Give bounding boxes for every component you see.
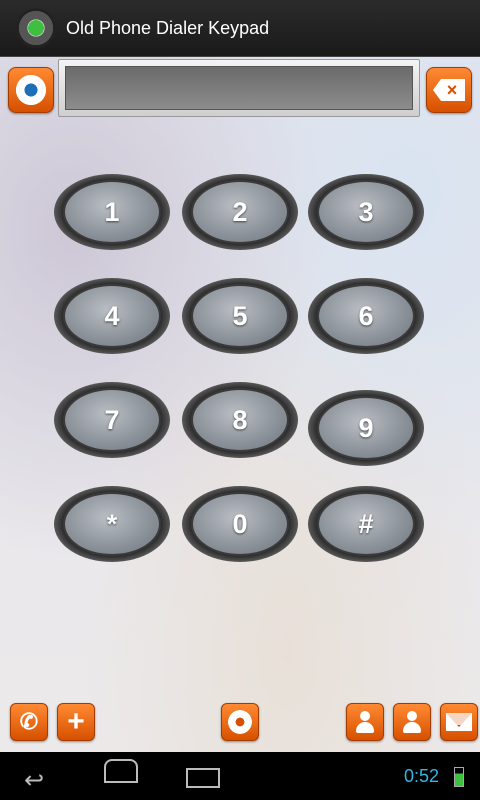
- key-9[interactable]: 9: [308, 390, 424, 466]
- contacts-icon: [401, 711, 423, 733]
- key-6-label: 6: [317, 284, 415, 348]
- key-4[interactable]: 4: [54, 278, 170, 354]
- back-icon[interactable]: ↩: [24, 766, 44, 795]
- search-contact-icon: [354, 711, 376, 733]
- number-display[interactable]: [58, 59, 420, 117]
- key-9-label: 9: [317, 396, 415, 460]
- key-star-label: *: [63, 492, 161, 556]
- key-4-label: 4: [63, 284, 161, 348]
- key-2-label: 2: [191, 180, 289, 244]
- key-1-label: 1: [63, 180, 161, 244]
- key-hash-label: #: [317, 492, 415, 556]
- key-3[interactable]: 3: [308, 174, 424, 250]
- key-0[interactable]: 0: [182, 486, 298, 562]
- key-5-label: 5: [191, 284, 289, 348]
- home-icon[interactable]: [104, 767, 138, 783]
- key-0-label: 0: [191, 492, 289, 556]
- phone-icon: ✆: [19, 709, 39, 734]
- search-contact-button[interactable]: [346, 703, 384, 741]
- battery-icon: [454, 767, 464, 787]
- status-clock: 0:52: [404, 766, 440, 786]
- key-7-label: 7: [63, 388, 161, 452]
- key-3-label: 3: [317, 180, 415, 244]
- number-display-text: [65, 66, 413, 110]
- contacts-button[interactable]: [393, 703, 431, 741]
- add-contact-icon: +: [67, 705, 85, 738]
- backspace-icon: ×: [433, 79, 465, 101]
- call-button[interactable]: ✆: [10, 703, 48, 741]
- key-8-label: 8: [191, 388, 289, 452]
- settings-button[interactable]: [8, 67, 54, 113]
- rotary-phone-icon: [16, 8, 56, 48]
- key-2[interactable]: 2: [182, 174, 298, 250]
- dialer-screen: × 1 2 3 4 5 6 7 8 9 * 0 # ✆ +: [0, 57, 480, 752]
- key-7[interactable]: 7: [54, 382, 170, 458]
- add-contact-button[interactable]: +: [57, 703, 95, 741]
- settings-gear-icon: [16, 75, 46, 105]
- mail-icon: [446, 713, 472, 731]
- title-bar: Old Phone Dialer Keypad: [0, 0, 480, 57]
- rotary-dial-icon: [228, 710, 252, 734]
- message-button[interactable]: [440, 703, 478, 741]
- key-5[interactable]: 5: [182, 278, 298, 354]
- key-1[interactable]: 1: [54, 174, 170, 250]
- recents-icon[interactable]: [186, 768, 220, 788]
- key-6[interactable]: 6: [308, 278, 424, 354]
- key-star[interactable]: *: [54, 486, 170, 562]
- key-8[interactable]: 8: [182, 382, 298, 458]
- app-title: Old Phone Dialer Keypad: [66, 17, 270, 38]
- system-nav-bar: ↩ 0:52: [0, 752, 480, 800]
- backspace-button[interactable]: ×: [426, 67, 472, 113]
- key-hash[interactable]: #: [308, 486, 424, 562]
- rotary-dial-button[interactable]: [221, 703, 259, 741]
